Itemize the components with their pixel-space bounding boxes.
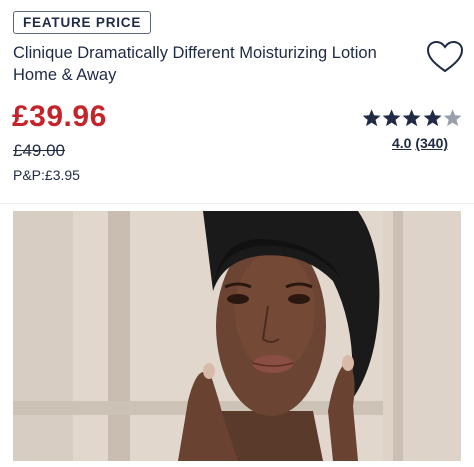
was-price: £49.00 xyxy=(13,141,65,160)
review-count[interactable]: (340) xyxy=(415,135,448,151)
star-icon xyxy=(423,109,442,127)
rating-link[interactable]: 4.0 (340) xyxy=(392,135,448,151)
star-icon xyxy=(443,109,462,127)
shipping-cost: P&P:£3.95 xyxy=(13,167,80,183)
current-price: £39.96 xyxy=(12,100,107,133)
star-rating xyxy=(362,108,462,130)
product-title: Clinique Dramatically Different Moisturi… xyxy=(13,44,377,84)
star-icon xyxy=(362,109,381,127)
divider xyxy=(0,203,474,204)
feature-price-badge: FEATURE PRICE xyxy=(13,11,152,34)
wishlist-heart-icon[interactable] xyxy=(426,40,464,74)
star-icon xyxy=(382,109,401,127)
star-icon xyxy=(403,109,421,127)
product-video-image[interactable] xyxy=(13,211,461,461)
rating-value[interactable]: 4.0 xyxy=(392,135,411,151)
model-photo xyxy=(13,211,461,461)
